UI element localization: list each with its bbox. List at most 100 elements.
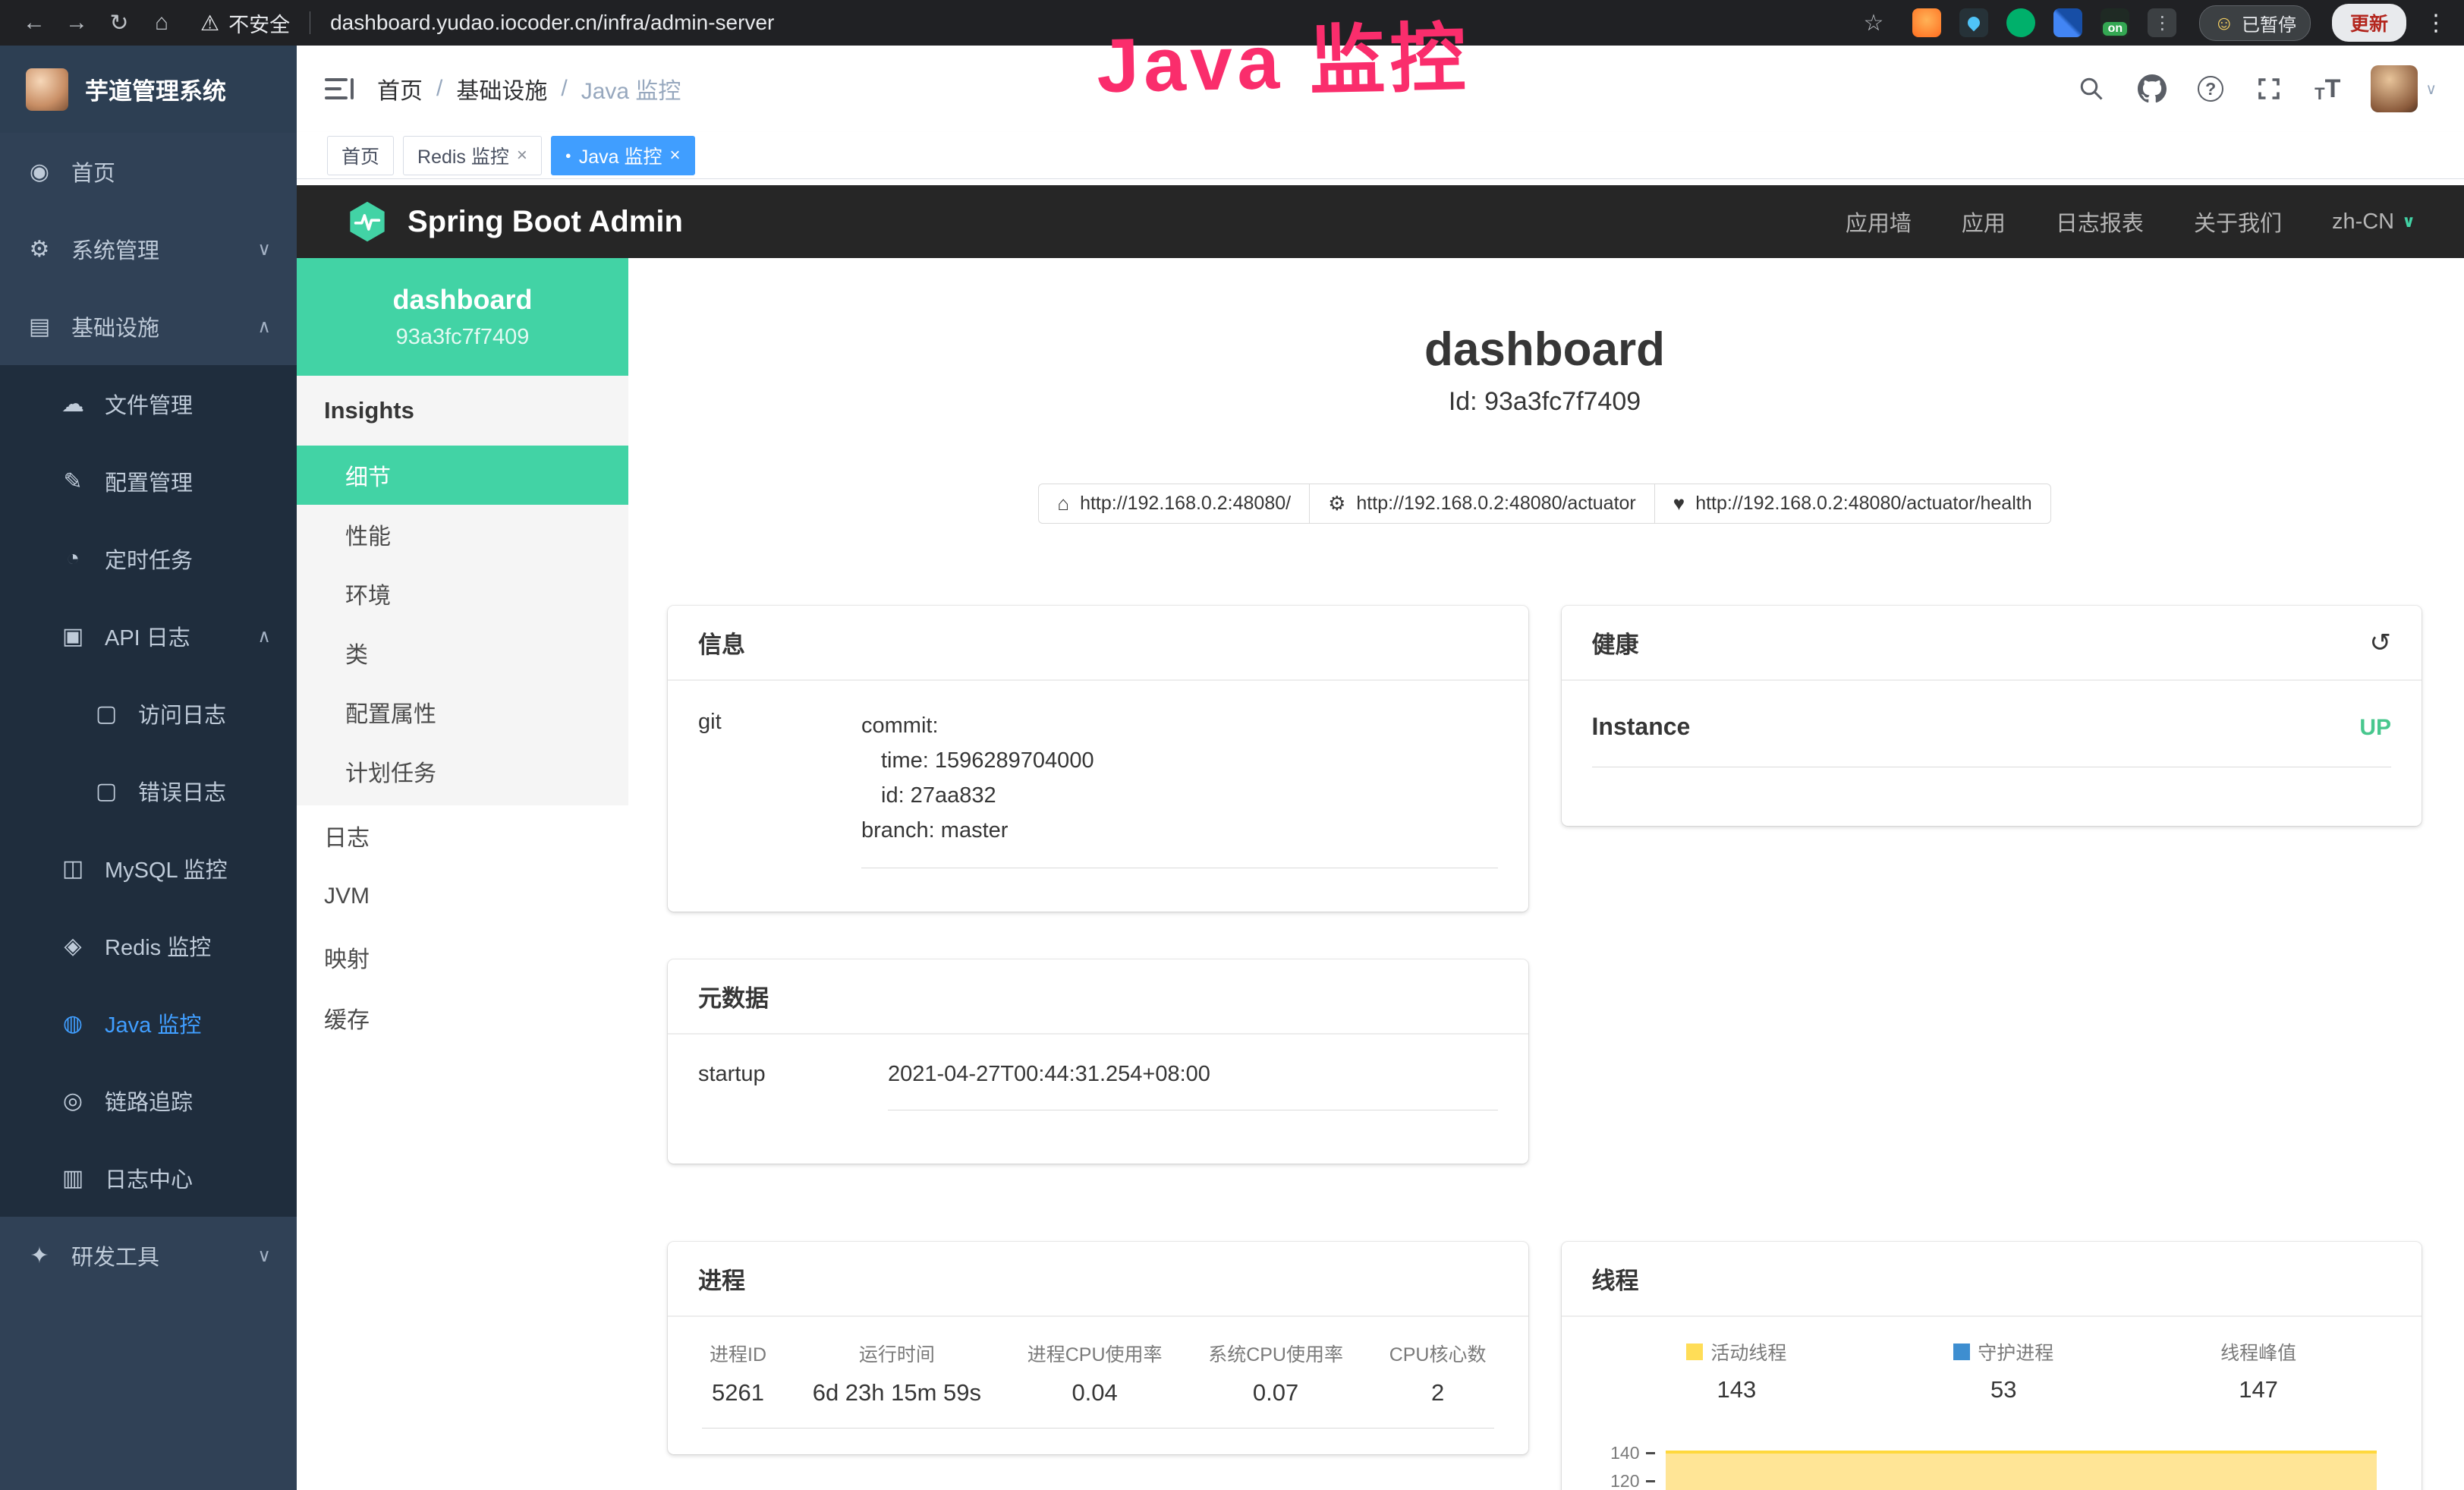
sidebar-item-label: 链路追踪 xyxy=(105,1085,193,1117)
breadcrumb-home[interactable]: 首页 xyxy=(377,72,423,106)
github-icon[interactable] xyxy=(2137,74,2167,104)
address-bar[interactable]: dashboard.yudao.iocoder.cn/infra/admin-s… xyxy=(330,11,1855,35)
browser-forward-icon[interactable]: → xyxy=(59,5,94,40)
breadcrumb-separator: / xyxy=(436,76,442,102)
security-label: 不安全 xyxy=(228,8,290,38)
close-icon[interactable]: × xyxy=(517,145,527,166)
actuator-url-link[interactable]: ⚙ http://192.168.0.2:48080/actuator xyxy=(1309,484,1655,524)
sba-menu-metrics[interactable]: 性能 xyxy=(297,505,628,564)
tab-java-monitor[interactable]: ● Java 监控 × xyxy=(551,136,695,175)
browser-reload-icon[interactable]: ↻ xyxy=(102,5,137,40)
sidebar-item-system-management[interactable]: ⚙ 系统管理 ∨ xyxy=(0,210,297,288)
sba-menu-scheduled-tasks[interactable]: 计划任务 xyxy=(297,742,628,801)
tab-label: Java 监控 xyxy=(579,142,662,169)
sba-menu-details[interactable]: 细节 xyxy=(297,446,628,505)
sba-menu-caches[interactable]: 缓存 xyxy=(297,988,628,1048)
app-logo-row[interactable]: 芋道管理系统 xyxy=(0,46,297,133)
sidebar-item-file-management[interactable]: ☁ 文件管理 xyxy=(0,365,297,443)
link-url: http://192.168.0.2:48080/actuator xyxy=(1356,493,1635,515)
sba-nav-journal[interactable]: 日志报表 xyxy=(2056,206,2144,238)
sba-menu-config-props[interactable]: 配置属性 xyxy=(297,682,628,742)
sba-menu-jvm[interactable]: JVM xyxy=(297,866,628,927)
history-icon[interactable]: ↺ xyxy=(2370,628,2392,658)
search-icon[interactable] xyxy=(2076,74,2107,104)
sba-menu-insights[interactable]: Insights xyxy=(297,376,628,446)
metadata-card: 元数据 startup 2021-04-27T00:44:31.254+08:0… xyxy=(668,959,1528,1164)
collapse-sidebar-icon[interactable] xyxy=(324,74,354,104)
sidebar-item-tracing[interactable]: ◎ 链路追踪 xyxy=(0,1062,297,1139)
sidebar-item-mysql-monitor[interactable]: ◫ MySQL 监控 xyxy=(0,830,297,907)
puzzle-extension-icon[interactable]: ⋮ xyxy=(2148,8,2176,37)
sba-header: Spring Boot Admin 应用墙 应用 日志报表 关于我们 zh-CN… xyxy=(297,185,2464,258)
sba-menu-mappings[interactable]: 映射 xyxy=(297,927,628,988)
sba-menu-logs[interactable]: 日志 xyxy=(297,805,628,866)
fullscreen-icon[interactable] xyxy=(2254,74,2284,104)
grid-extension-icon[interactable] xyxy=(2053,8,2082,37)
font-size-icon[interactable]: TT xyxy=(2315,74,2340,104)
git-branch-line: branch: master xyxy=(861,813,1498,848)
health-url-link[interactable]: ♥ http://192.168.0.2:48080/actuator/heal… xyxy=(1654,484,2051,524)
metric-label: 进程ID xyxy=(710,1340,766,1367)
sidebar-item-java-monitor[interactable]: ◍ Java 监控 xyxy=(0,984,297,1062)
sba-menu-classes[interactable]: 类 xyxy=(297,623,628,682)
tab-redis-monitor[interactable]: Redis 监控 × xyxy=(403,136,542,175)
big-t: T xyxy=(2325,74,2341,104)
close-icon[interactable]: × xyxy=(670,145,681,166)
sba-brand[interactable]: Spring Boot Admin xyxy=(345,200,683,244)
page-title: dashboard xyxy=(668,323,2422,376)
sidebar-item-access-logs[interactable]: ▢ 访问日志 xyxy=(0,675,297,752)
status-badge: UP xyxy=(2359,715,2391,741)
tab-home[interactable]: 首页 xyxy=(327,136,394,175)
sidebar-item-infrastructure[interactable]: ▤ 基础设施 ∧ xyxy=(0,288,297,365)
sidebar-item-label: 系统管理 xyxy=(71,233,159,265)
browser-menu-icon[interactable]: ⋮ xyxy=(2425,10,2447,36)
switch-extension-icon[interactable]: on xyxy=(2101,8,2129,37)
paused-label: 已暂停 xyxy=(2242,10,2296,36)
active-dot: ● xyxy=(565,150,571,160)
sidebar-item-dev-tools[interactable]: ✦ 研发工具 ∨ xyxy=(0,1217,297,1294)
locale-value: zh-CN xyxy=(2332,209,2394,235)
browser-back-icon[interactable]: ← xyxy=(17,5,52,40)
sidebar-item-api-logs[interactable]: ▣ API 日志 ∧ xyxy=(0,597,297,675)
app-title: 芋道管理系统 xyxy=(85,72,226,106)
browser-home-icon[interactable]: ⌂ xyxy=(144,5,179,40)
legend-live-threads: 活动线程 143 xyxy=(1686,1338,1786,1403)
sba-nav-about[interactable]: 关于我们 xyxy=(2194,206,2282,238)
sidebar-item-scheduled-tasks[interactable]: ◔ 定时任务 xyxy=(0,520,297,597)
process-metric: 进程CPU使用率 0.04 xyxy=(1027,1340,1163,1407)
yellow-legend-swatch xyxy=(1686,1344,1703,1360)
instance-label: Instance xyxy=(1592,713,1691,741)
user-avatar-menu[interactable]: ∨ xyxy=(2371,65,2437,112)
breadcrumb-infrastructure[interactable]: 基础设施 xyxy=(456,72,547,106)
green-extension-icon[interactable] xyxy=(2006,8,2035,37)
sba-nav-applications[interactable]: 应用 xyxy=(1962,206,2006,238)
sba-nav-wallboard[interactable]: 应用墙 xyxy=(1846,206,1912,238)
legend-daemon-threads: 守护进程 53 xyxy=(1953,1338,2053,1403)
metric-label: CPU核心数 xyxy=(1389,1340,1487,1367)
card-title: 线程 xyxy=(1592,1262,1639,1296)
chrome-update-button[interactable]: 更新 xyxy=(2332,4,2406,42)
help-icon[interactable]: ? xyxy=(2198,76,2223,102)
main-column: 首页 / 基础设施 / Java 监控 ? xyxy=(297,46,2464,1490)
screen: ← → ↻ ⌂ ⚠ 不安全 dashboard.yudao.iocoder.cn… xyxy=(0,0,2464,1490)
sidebar-item-config-management[interactable]: ✎ 配置管理 xyxy=(0,443,297,520)
sidebar-item-log-center[interactable]: ▥ 日志中心 xyxy=(0,1139,297,1217)
drop-extension-icon[interactable] xyxy=(1959,8,1988,37)
sba-menu-environment[interactable]: 环境 xyxy=(297,564,628,623)
sidebar-item-home[interactable]: ◉ 首页 xyxy=(0,133,297,210)
site-security-indicator[interactable]: ⚠ 不安全 xyxy=(200,8,290,38)
profile-paused-chip[interactable]: ☺ 已暂停 xyxy=(2199,5,2311,41)
bookmark-star-icon[interactable]: ☆ xyxy=(1864,10,1884,36)
info-card: 信息 git commit: time: 1596289704000 xyxy=(668,606,1528,912)
sidebar-item-redis-monitor[interactable]: ◈ Redis 监控 xyxy=(0,907,297,984)
fox-extension-icon[interactable] xyxy=(1912,8,1941,37)
chevron-down-icon: ∨ xyxy=(257,1245,271,1267)
instance-url-link[interactable]: ⌂ http://192.168.0.2:48080/ xyxy=(1038,484,1310,524)
sidebar-item-label: MySQL 监控 xyxy=(105,852,228,884)
sidebar-item-label: 基础设施 xyxy=(71,310,159,342)
metric-value: 0.04 xyxy=(1027,1379,1163,1407)
cards-grid: 信息 git commit: time: 1596289704000 xyxy=(668,606,2422,1490)
infrastructure-icon: ▤ xyxy=(26,313,53,340)
sba-locale-select[interactable]: zh-CN ∨ xyxy=(2332,209,2415,235)
sidebar-item-error-logs[interactable]: ▢ 错误日志 xyxy=(0,752,297,830)
